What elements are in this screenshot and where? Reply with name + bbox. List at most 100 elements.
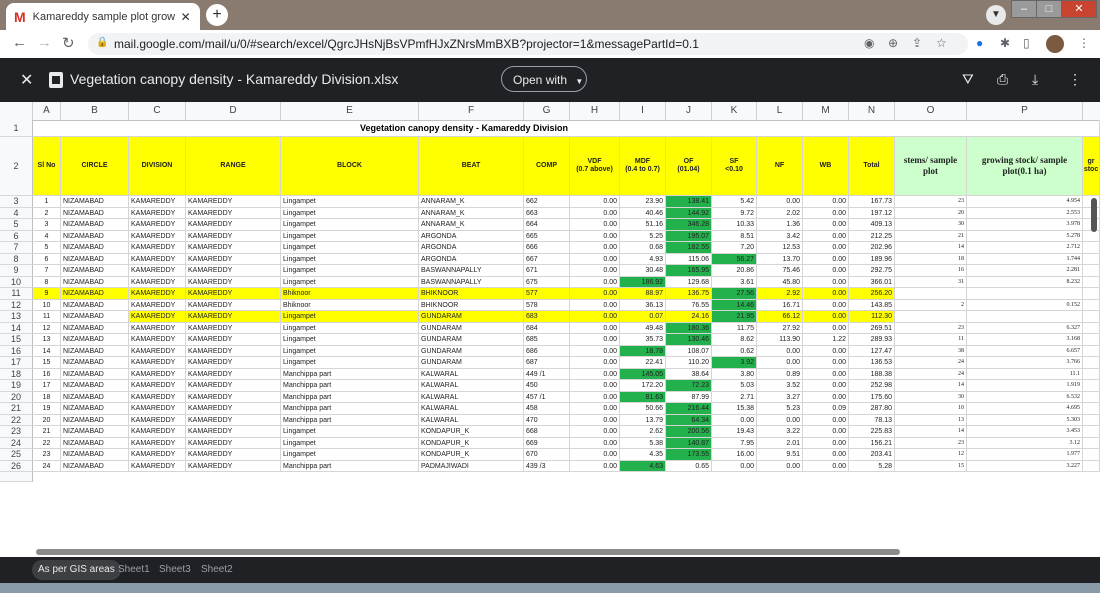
table-cell[interactable]: 269.51 (849, 322, 895, 334)
table-cell[interactable]: 6.327 (967, 322, 1083, 334)
window-minimize-button[interactable]: – (1011, 0, 1037, 18)
table-cell[interactable]: KAMAREDDY (186, 288, 281, 300)
table-cell[interactable]: 0.00 (570, 437, 620, 449)
table-cell[interactable]: 23 (895, 437, 967, 449)
table-cell[interactable]: NIZAMABAD (61, 334, 129, 346)
table-cell[interactable]: Lingampet (281, 322, 419, 334)
table-cell[interactable]: 4.93 (620, 253, 666, 265)
column-header[interactable]: I (620, 102, 666, 120)
table-cell[interactable]: Lingampet (281, 242, 419, 254)
table-cell[interactable] (1083, 265, 1100, 277)
table-cell[interactable]: KAMAREDDY (186, 242, 281, 254)
table-cell[interactable]: 1.36 (757, 219, 803, 231)
table-cell[interactable]: KAMAREDDY (186, 253, 281, 265)
table-cell[interactable]: 0.00 (803, 380, 849, 392)
bookmark-star-icon[interactable]: ☆ (936, 36, 947, 50)
omnibox[interactable]: 🔒 mail.google.com/mail/u/0/#search/excel… (88, 33, 968, 55)
table-cell[interactable]: KAMAREDDY (129, 322, 186, 334)
table-cell[interactable]: KAMAREDDY (186, 322, 281, 334)
row-header[interactable]: 18 (0, 368, 33, 380)
table-cell[interactable]: 366.01 (849, 276, 895, 288)
table-cell[interactable]: 143.85 (849, 299, 895, 311)
table-cell[interactable]: 30 (895, 391, 967, 403)
table-cell[interactable]: NIZAMABAD (61, 207, 129, 219)
table-cell[interactable]: 130.46 (666, 334, 712, 346)
table-cell[interactable]: 0.00 (803, 207, 849, 219)
table-cell[interactable]: 0.68 (620, 242, 666, 254)
table-cell[interactable]: 13.70 (757, 253, 803, 265)
table-cell[interactable]: 0.00 (570, 414, 620, 426)
table-cell[interactable]: 88.97 (620, 288, 666, 300)
table-cell[interactable]: 289.93 (849, 334, 895, 346)
table-cell[interactable]: 15 (895, 460, 967, 472)
share-icon[interactable]: ⇪ (912, 36, 922, 50)
table-cell[interactable]: 7.95 (712, 437, 757, 449)
column-header[interactable]: G (524, 102, 570, 120)
table-cell[interactable] (1083, 426, 1100, 438)
table-cell[interactable]: 3.168 (967, 334, 1083, 346)
table-cell[interactable]: 0.00 (570, 230, 620, 242)
table-cell[interactable]: 14 (895, 426, 967, 438)
sheet-tab-gis-areas[interactable]: As per GIS areas (32, 560, 121, 580)
column-header[interactable]: O (895, 102, 967, 120)
table-cell[interactable]: 87.99 (666, 391, 712, 403)
table-cell[interactable]: ANNARAM_K (419, 207, 524, 219)
table-cell[interactable]: 0.89 (757, 368, 803, 380)
table-cell[interactable]: 23 (895, 322, 967, 334)
table-cell[interactable] (1083, 276, 1100, 288)
table-cell[interactable]: Lingampet (281, 230, 419, 242)
row-header[interactable]: 2 (0, 137, 33, 196)
table-cell[interactable]: 144.92 (666, 207, 712, 219)
table-cell[interactable]: KAMAREDDY (186, 403, 281, 415)
table-cell[interactable]: NIZAMABAD (61, 322, 129, 334)
table-cell[interactable]: Manchippa part (281, 391, 419, 403)
table-cell[interactable]: BASWANNAPALLY (419, 265, 524, 277)
table-cell[interactable]: GUNDARAM (419, 334, 524, 346)
table-cell[interactable]: 2.281 (967, 265, 1083, 277)
table-cell[interactable]: 439 /3 (524, 460, 570, 472)
row-header[interactable]: 8 (0, 253, 33, 265)
table-cell[interactable]: PADMAJIWADI (419, 460, 524, 472)
table-cell[interactable]: Bhiknoor (281, 299, 419, 311)
table-cell[interactable] (895, 288, 967, 300)
table-cell[interactable]: 0.00 (803, 322, 849, 334)
table-cell[interactable]: 156.21 (849, 437, 895, 449)
table-cell[interactable]: 0.00 (570, 403, 620, 415)
table-cell[interactable]: 195.07 (666, 230, 712, 242)
table-cell[interactable]: 11 (895, 334, 967, 346)
side-panel-icon[interactable]: ▯ (1023, 36, 1030, 50)
table-cell[interactable]: 216.44 (666, 403, 712, 415)
table-cell[interactable]: 64.34 (666, 414, 712, 426)
table-cell[interactable]: NIZAMABAD (61, 230, 129, 242)
table-cell[interactable]: 5.03 (712, 380, 757, 392)
column-header[interactable]: H (570, 102, 620, 120)
table-cell[interactable]: NIZAMABAD (61, 460, 129, 472)
table-cell[interactable]: Lingampet (281, 437, 419, 449)
window-maximize-button[interactable]: □ (1036, 0, 1062, 18)
row-header[interactable]: 9 (0, 265, 33, 277)
table-cell[interactable]: Lingampet (281, 253, 419, 265)
table-cell[interactable]: NIZAMABAD (61, 437, 129, 449)
table-cell[interactable]: NIZAMABAD (61, 242, 129, 254)
table-cell[interactable] (1083, 334, 1100, 346)
table-cell[interactable]: 40.46 (620, 207, 666, 219)
table-cell[interactable]: KONDAPUR_K (419, 437, 524, 449)
column-header[interactable]: N (849, 102, 895, 120)
table-cell[interactable]: NIZAMABAD (61, 380, 129, 392)
column-header[interactable]: L (757, 102, 803, 120)
table-cell[interactable]: 0.00 (803, 253, 849, 265)
table-cell[interactable]: 175.60 (849, 391, 895, 403)
table-cell[interactable]: KAMAREDDY (186, 357, 281, 369)
table-cell[interactable]: 23 (895, 196, 967, 208)
table-cell[interactable]: 0.00 (803, 299, 849, 311)
table-cell[interactable]: KAMAREDDY (129, 460, 186, 472)
table-cell[interactable]: Manchippa part (281, 380, 419, 392)
table-cell[interactable]: 292.75 (849, 265, 895, 277)
row-header[interactable]: 16 (0, 345, 33, 357)
table-cell[interactable]: 35.73 (620, 334, 666, 346)
table-cell[interactable]: ANNARAM_K (419, 219, 524, 231)
table-cell[interactable] (1083, 460, 1100, 472)
table-cell[interactable]: 20 (33, 414, 61, 426)
column-header[interactable]: P (967, 102, 1083, 120)
table-cell[interactable]: 50.66 (620, 403, 666, 415)
